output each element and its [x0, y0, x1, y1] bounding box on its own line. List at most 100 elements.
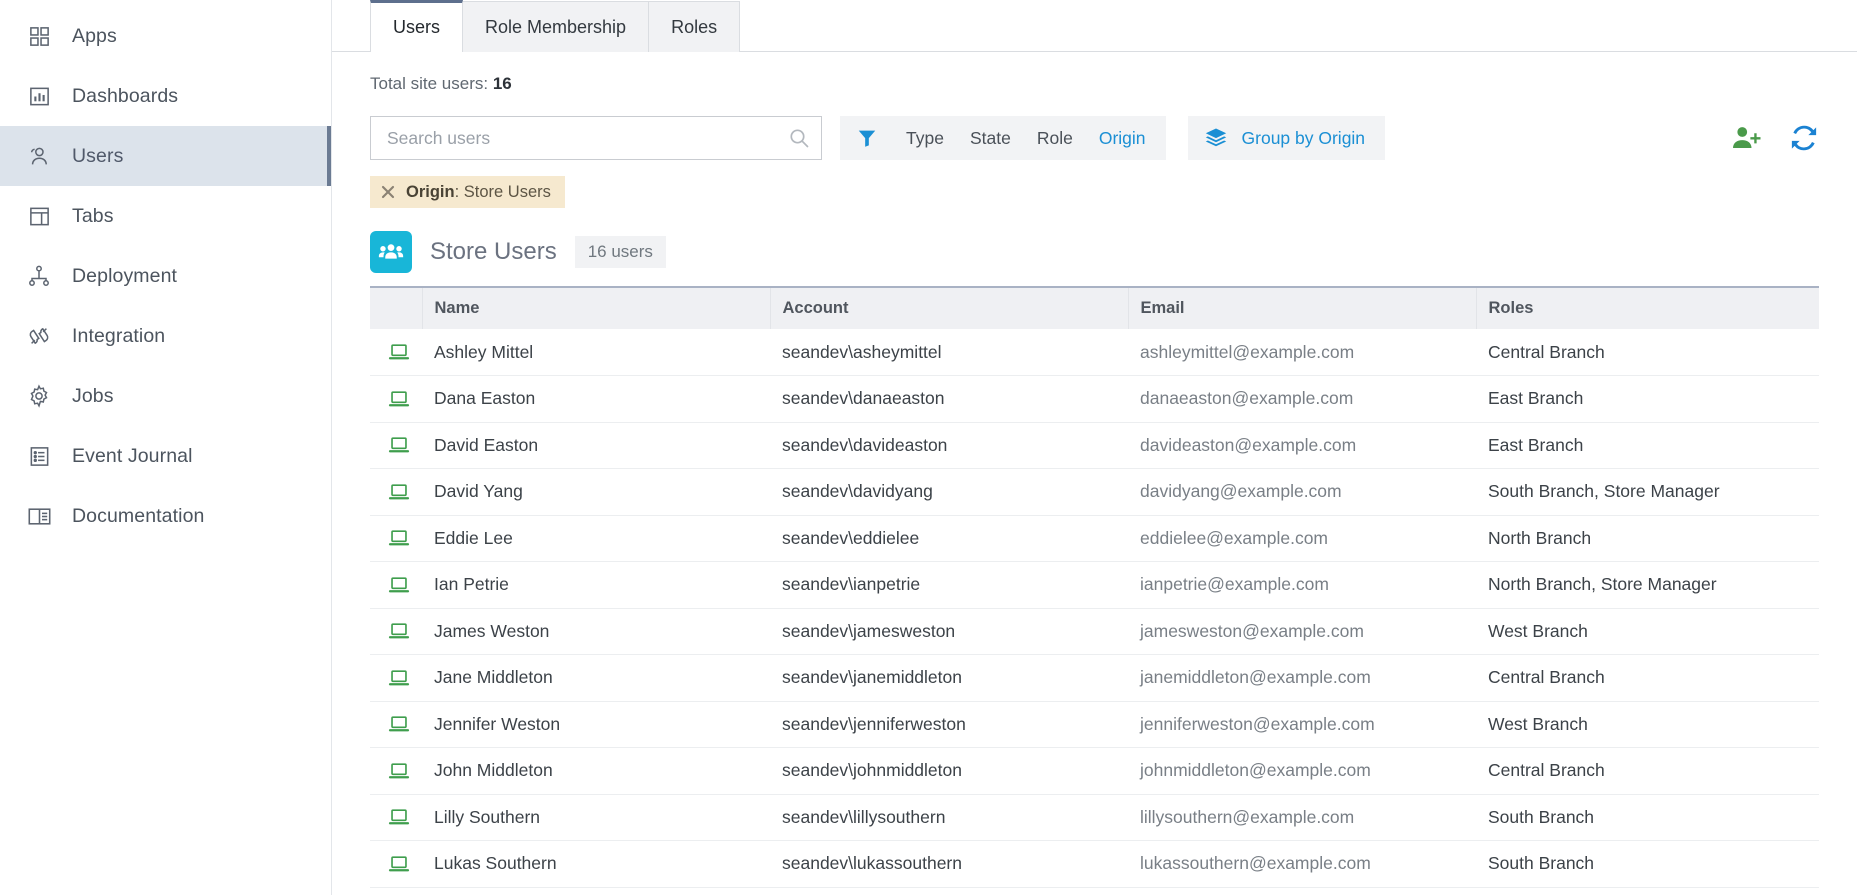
sidebar-item-label: Users — [72, 145, 123, 168]
table-row[interactable]: Eddie Leeseandev\eddieleeeddielee@exampl… — [370, 515, 1819, 562]
user-roles-cell: East Branch — [1476, 376, 1819, 423]
user-email-cell: jenniferweston@example.com — [1128, 701, 1476, 748]
user-account-cell: seandev\danaeaston — [770, 376, 1128, 423]
sidebar-item-label: Event Journal — [72, 445, 193, 468]
user-roles-cell: Central Branch — [1476, 748, 1819, 795]
user-account-cell: seandev\davidyang — [770, 469, 1128, 516]
row-type-cell — [370, 469, 422, 516]
filter-type[interactable]: Type — [906, 128, 944, 149]
total-count: 16 — [493, 74, 512, 93]
user-name-cell: Ian Petrie — [422, 562, 770, 609]
laptop-icon — [388, 853, 422, 875]
sidebar-item-apps[interactable]: Apps — [0, 6, 331, 66]
row-type-cell — [370, 515, 422, 562]
table-row[interactable]: Lilly Southernseandev\lillysouthernlilly… — [370, 794, 1819, 841]
user-email-cell: johnmiddleton@example.com — [1128, 748, 1476, 795]
user-email-cell: lillysouthern@example.com — [1128, 794, 1476, 841]
user-name-cell: David Yang — [422, 469, 770, 516]
users-table-head: Name Account Email Roles — [370, 287, 1819, 329]
group-user-count: 16 users — [575, 236, 666, 268]
laptop-icon — [388, 713, 422, 735]
tab-label: Role Membership — [485, 17, 626, 38]
filter-chip-origin[interactable]: Origin: Store Users — [370, 176, 565, 208]
row-type-cell — [370, 701, 422, 748]
search-box[interactable] — [370, 116, 822, 160]
sidebar-item-label: Tabs — [72, 205, 114, 228]
user-email-cell: davidyang@example.com — [1128, 469, 1476, 516]
table-row[interactable]: David Yangseandev\davidyangdavidyang@exa… — [370, 469, 1819, 516]
column-header-account[interactable]: Account — [770, 287, 1128, 329]
sidebar-item-event-journal[interactable]: Event Journal — [0, 426, 331, 486]
group-people-icon — [370, 231, 412, 273]
plug-icon — [26, 323, 52, 349]
user-account-cell: seandev\eddielee — [770, 515, 1128, 562]
sidebar-item-documentation[interactable]: Documentation — [0, 486, 331, 546]
sidebar-item-deployment[interactable]: Deployment — [0, 246, 331, 306]
apps-grid-icon — [26, 23, 52, 49]
user-roles-cell: West Branch — [1476, 701, 1819, 748]
table-row[interactable]: Jennifer Westonseandev\jenniferwestonjen… — [370, 701, 1819, 748]
column-header-roles[interactable]: Roles — [1476, 287, 1819, 329]
group-by-origin-button[interactable]: Group by Origin — [1188, 116, 1386, 160]
layout-panel-icon — [26, 203, 52, 229]
laptop-icon — [388, 620, 422, 642]
column-header-email[interactable]: Email — [1128, 287, 1476, 329]
row-type-cell — [370, 841, 422, 888]
user-roles-cell: Central Branch — [1476, 655, 1819, 702]
user-roles-cell: West Branch — [1476, 608, 1819, 655]
table-row[interactable]: Ashley Mittelseandev\asheymittelashleymi… — [370, 329, 1819, 376]
tab-roles[interactable]: Roles — [648, 1, 740, 52]
user-name-cell: Ashley Mittel — [422, 329, 770, 376]
search-input[interactable] — [385, 127, 787, 150]
tab-users[interactable]: Users — [370, 0, 463, 52]
user-roles-cell: South Branch, Store Manager — [1476, 469, 1819, 516]
column-header-name[interactable]: Name — [422, 287, 770, 329]
user-account-cell: seandev\janemiddleton — [770, 655, 1128, 702]
row-type-cell — [370, 794, 422, 841]
table-row[interactable]: James Westonseandev\jameswestonjameswest… — [370, 608, 1819, 655]
column-header-icon[interactable] — [370, 287, 422, 329]
journal-list-icon — [26, 443, 52, 469]
close-icon[interactable] — [380, 184, 396, 200]
sidebar-item-integration[interactable]: Integration — [0, 306, 331, 366]
filter-chip-sep: : — [455, 183, 464, 201]
laptop-icon — [388, 527, 422, 549]
user-name-cell: Lilly Southern — [422, 794, 770, 841]
table-row[interactable]: Lukas Southernseandev\lukassouthernlukas… — [370, 841, 1819, 888]
search-icon[interactable] — [787, 126, 811, 150]
filter-role[interactable]: Role — [1037, 128, 1073, 149]
sidebar-item-dashboards[interactable]: Dashboards — [0, 66, 331, 126]
table-row[interactable]: David Eastonseandev\davideastondavideast… — [370, 422, 1819, 469]
sidebar-item-users[interactable]: Users — [0, 126, 331, 186]
laptop-icon — [388, 667, 422, 689]
sitemap-icon — [26, 263, 52, 289]
total-site-users: Total site users: 16 — [370, 74, 1819, 94]
user-email-cell: lukassouthern@example.com — [1128, 841, 1476, 888]
total-label: Total site users: — [370, 74, 488, 93]
sidebar-item-tabs[interactable]: Tabs — [0, 186, 331, 246]
laptop-icon — [388, 760, 422, 782]
user-roles-cell: East Branch — [1476, 422, 1819, 469]
table-row[interactable]: John Middletonseandev\johnmiddletonjohnm… — [370, 748, 1819, 795]
filter-state[interactable]: State — [970, 128, 1011, 149]
sidebar-item-jobs[interactable]: Jobs — [0, 366, 331, 426]
add-user-button[interactable] — [1731, 123, 1761, 153]
refresh-button[interactable] — [1789, 123, 1819, 153]
book-open-icon — [26, 503, 52, 529]
user-email-cell: janemiddleton@example.com — [1128, 655, 1476, 702]
main-content: Users Role Membership Roles Total site use… — [332, 0, 1857, 895]
laptop-icon — [388, 341, 422, 363]
table-row[interactable]: Dana Eastonseandev\danaeastondanaeaston@… — [370, 376, 1819, 423]
table-row[interactable]: Ian Petrieseandev\ianpetrieianpetrie@exa… — [370, 562, 1819, 609]
filter-origin[interactable]: Origin — [1099, 128, 1146, 149]
table-row[interactable]: Jane Middletonseandev\janemiddletonjanem… — [370, 655, 1819, 702]
laptop-icon — [388, 388, 422, 410]
filter-chip-key: Origin — [406, 183, 455, 201]
laptop-icon — [388, 574, 422, 596]
sidebar-item-label: Jobs — [72, 385, 114, 408]
user-email-cell: davideaston@example.com — [1128, 422, 1476, 469]
user-name-cell: James Weston — [422, 608, 770, 655]
user-account-cell: seandev\johnmiddleton — [770, 748, 1128, 795]
tab-role-membership[interactable]: Role Membership — [462, 1, 649, 52]
user-name-cell: Eddie Lee — [422, 515, 770, 562]
